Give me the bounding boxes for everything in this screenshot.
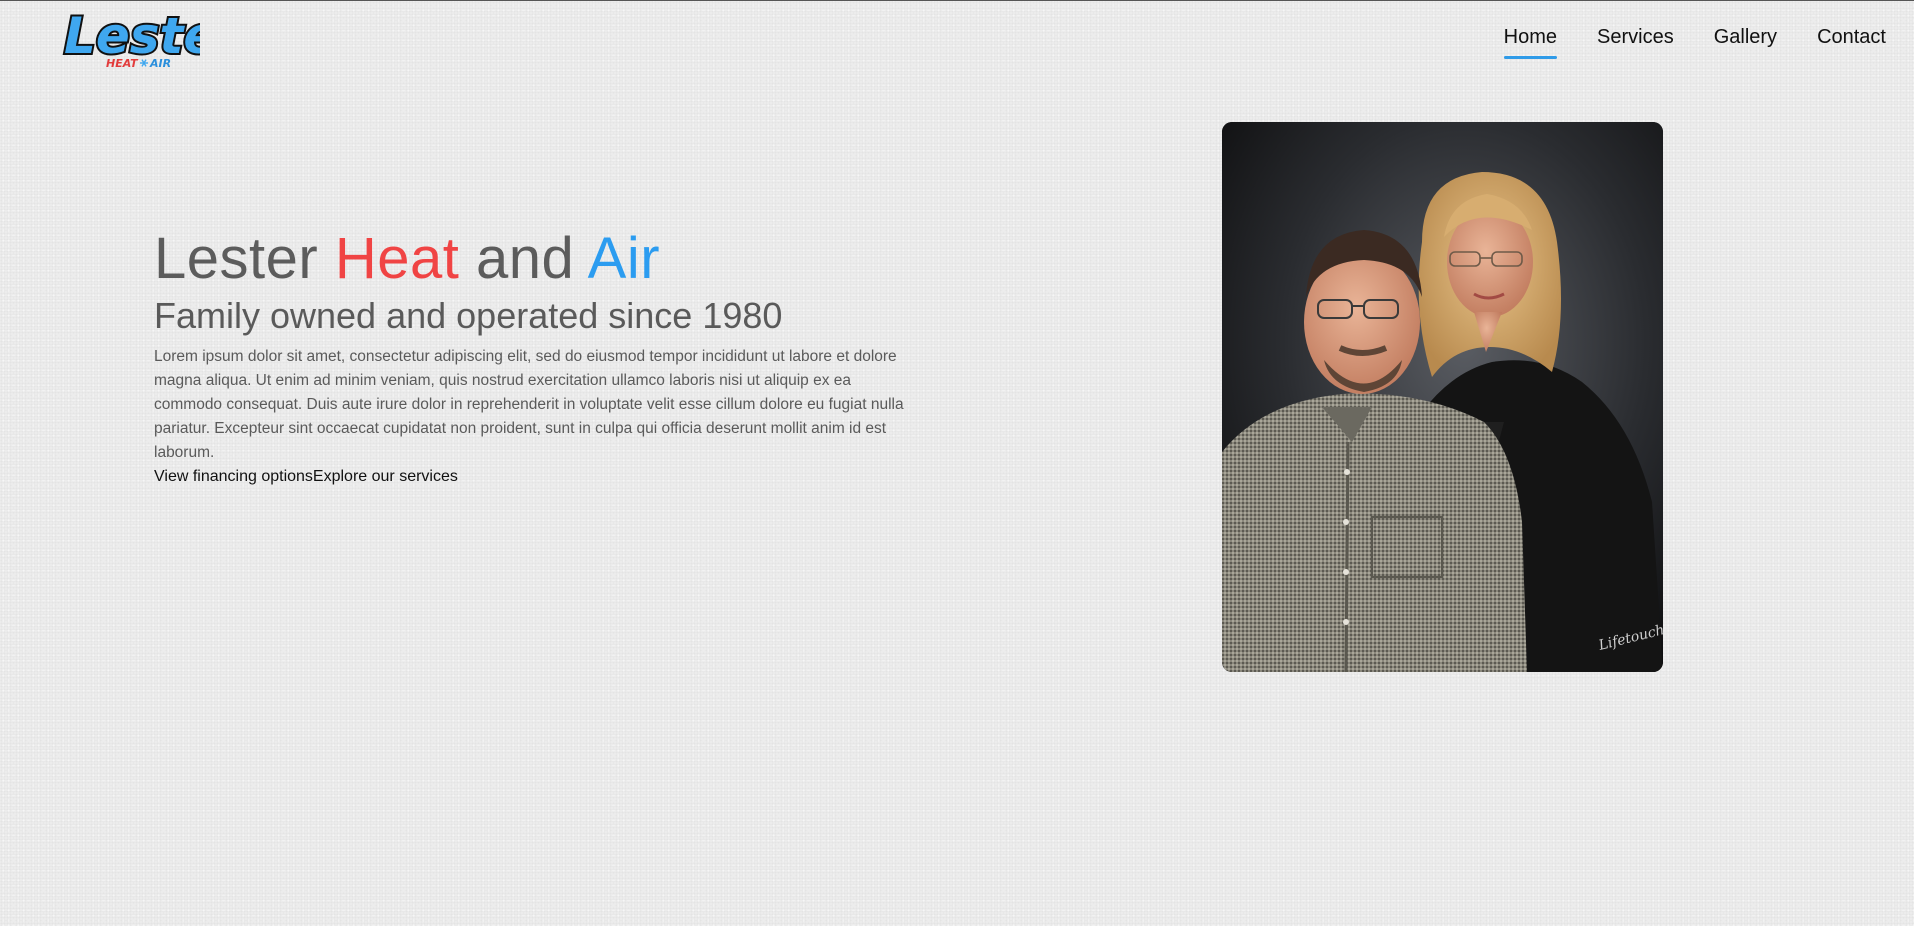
hero-body: Lorem ipsum dolor sit amet, consectetur … [154, 348, 904, 461]
nav-contact[interactable]: Contact [1817, 25, 1886, 59]
logo[interactable]: Lester Lester HEAT AIR [60, 1, 200, 73]
hero-title-part1: Lester [154, 226, 335, 291]
family-photo-image: Lifetouch [1222, 122, 1663, 672]
nav-gallery[interactable]: Gallery [1714, 25, 1777, 59]
hero-section: Lester Heat and Air Family owned and ope… [154, 225, 914, 489]
hero-title-air: Air [587, 226, 661, 291]
family-photo: Lifetouch [1222, 122, 1663, 672]
financing-link[interactable]: View financing options [154, 468, 313, 485]
hero-title-heat: Heat [334, 226, 460, 291]
hero-title: Lester Heat and Air [154, 225, 914, 293]
logo-graphic: Lester Lester HEAT AIR [62, 5, 200, 70]
hero-subtitle: Family owned and operated since 1980 [154, 295, 783, 336]
hero-links: View financing optionsExplore our servic… [154, 465, 914, 489]
explore-services-link[interactable]: Explore our services [313, 468, 458, 485]
nav-services[interactable]: Services [1597, 25, 1674, 59]
main-nav: Home Services Gallery Contact [1503, 25, 1886, 59]
logo-heat-text: HEAT [106, 57, 139, 70]
logo-air-text: AIR [149, 57, 171, 70]
nav-home[interactable]: Home [1503, 25, 1558, 59]
hero-title-part2: and [459, 226, 588, 291]
